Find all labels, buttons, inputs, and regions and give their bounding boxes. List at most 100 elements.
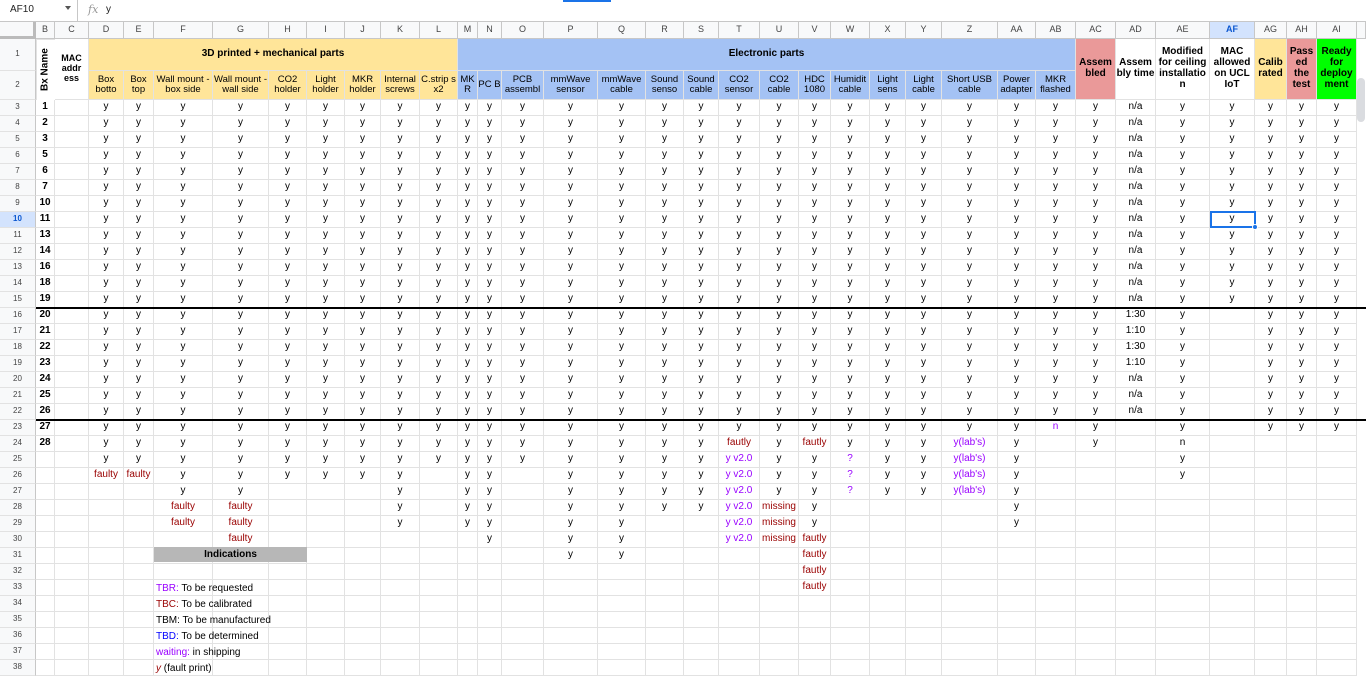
- part-cell-x[interactable]: y: [870, 484, 906, 500]
- passed-cell[interactable]: y: [1287, 324, 1317, 340]
- part-cell-t[interactable]: y: [719, 212, 760, 228]
- assembled-cell[interactable]: [1076, 500, 1116, 516]
- part-cell-t[interactable]: y: [719, 116, 760, 132]
- part-cell-s[interactable]: y: [684, 324, 719, 340]
- part-cell-k[interactable]: y: [381, 372, 420, 388]
- part-cell-y[interactable]: y: [906, 436, 942, 452]
- formula-input[interactable]: y: [106, 4, 111, 15]
- passed-cell[interactable]: y: [1287, 260, 1317, 276]
- assembled-cell[interactable]: y: [1076, 180, 1116, 196]
- part-cell-o[interactable]: y: [502, 308, 544, 324]
- part-cell-f[interactable]: y: [154, 164, 213, 180]
- empty-cell[interactable]: [719, 644, 760, 660]
- row-header-34[interactable]: 34: [0, 596, 36, 612]
- part-cell-p[interactable]: [544, 580, 598, 596]
- part-cell-n[interactable]: y: [478, 388, 502, 404]
- part-cell-v[interactable]: y: [799, 228, 831, 244]
- time-cell[interactable]: [1116, 452, 1156, 468]
- part-cell-t[interactable]: y: [719, 308, 760, 324]
- bx-name-cell[interactable]: 18: [36, 276, 55, 292]
- part-cell-r[interactable]: y: [646, 164, 684, 180]
- column-header-w[interactable]: W: [831, 22, 870, 39]
- part-cell-x[interactable]: [870, 516, 906, 532]
- part-cell-e[interactable]: y: [124, 132, 154, 148]
- time-cell[interactable]: [1116, 548, 1156, 564]
- part-cell-w[interactable]: y: [831, 212, 870, 228]
- part-cell-l[interactable]: [420, 548, 458, 564]
- part-cell-j[interactable]: y: [345, 308, 381, 324]
- column-header-b[interactable]: B: [36, 22, 55, 39]
- part-cell-u[interactable]: missing: [760, 500, 799, 516]
- part-cell-n[interactable]: y: [478, 164, 502, 180]
- calibrated-cell[interactable]: y: [1255, 164, 1287, 180]
- empty-cell[interactable]: [1210, 612, 1255, 628]
- row-header-21[interactable]: 21: [0, 388, 36, 404]
- mac-cell[interactable]: [1210, 356, 1255, 372]
- empty-cell[interactable]: [1156, 596, 1210, 612]
- modified-cell[interactable]: y: [1156, 324, 1210, 340]
- part-cell-l[interactable]: y: [420, 100, 458, 116]
- part-cell-u[interactable]: y: [760, 292, 799, 308]
- part-cell-w[interactable]: y: [831, 260, 870, 276]
- assembled-cell[interactable]: [1076, 484, 1116, 500]
- part-cell-ab[interactable]: y: [1036, 404, 1076, 420]
- part-cell-k[interactable]: y: [381, 356, 420, 372]
- empty-cell[interactable]: [502, 628, 544, 644]
- part-cell-y[interactable]: [906, 516, 942, 532]
- empty-cell[interactable]: [1116, 660, 1156, 676]
- part-cell-m[interactable]: y: [458, 164, 478, 180]
- part-cell-r[interactable]: y: [646, 212, 684, 228]
- part-cell-p[interactable]: y: [544, 548, 598, 564]
- calibrated-cell[interactable]: [1255, 500, 1287, 516]
- part-cell-l[interactable]: [420, 468, 458, 484]
- part-cell-v[interactable]: fautly: [799, 564, 831, 580]
- part-cell-u[interactable]: y: [760, 244, 799, 260]
- empty-cell[interactable]: [307, 644, 345, 660]
- part-cell-z[interactable]: y: [942, 180, 998, 196]
- row-header-16[interactable]: 16: [0, 308, 36, 324]
- ready-cell[interactable]: y: [1317, 180, 1357, 196]
- part-cell-h[interactable]: y: [269, 116, 307, 132]
- part-cell-z[interactable]: [942, 516, 998, 532]
- part-cell-w[interactable]: ?: [831, 484, 870, 500]
- part-cell-x[interactable]: y: [870, 260, 906, 276]
- part-cell-l[interactable]: y: [420, 132, 458, 148]
- empty-cell[interactable]: [1255, 628, 1287, 644]
- empty-cell[interactable]: [942, 644, 998, 660]
- part-cell-g[interactable]: y: [213, 388, 269, 404]
- bx-name-cell[interactable]: 23: [36, 356, 55, 372]
- part-cell-i[interactable]: y: [307, 340, 345, 356]
- part-cell-n[interactable]: y: [478, 308, 502, 324]
- modified-cell[interactable]: y: [1156, 420, 1210, 436]
- ready-cell[interactable]: y: [1317, 260, 1357, 276]
- part-cell-z[interactable]: y: [942, 292, 998, 308]
- row-header-28[interactable]: 28: [0, 500, 36, 516]
- empty-cell[interactable]: [870, 660, 906, 676]
- part-cell-o[interactable]: y: [502, 212, 544, 228]
- part-cell-w[interactable]: [831, 580, 870, 596]
- ready-cell[interactable]: y: [1317, 164, 1357, 180]
- part-cell-q[interactable]: y: [598, 516, 646, 532]
- part-cell-v[interactable]: y: [799, 452, 831, 468]
- part-cell-d[interactable]: y: [89, 292, 124, 308]
- empty-cell[interactable]: [89, 660, 124, 676]
- ready-cell[interactable]: [1317, 564, 1357, 580]
- calibrated-cell[interactable]: y: [1255, 388, 1287, 404]
- part-cell-o[interactable]: y: [502, 404, 544, 420]
- part-cell-z[interactable]: y: [942, 228, 998, 244]
- part-cell-y[interactable]: [906, 564, 942, 580]
- part-cell-d[interactable]: y: [89, 324, 124, 340]
- part-cell-h[interactable]: [269, 516, 307, 532]
- modified-cell[interactable]: y: [1156, 452, 1210, 468]
- empty-cell[interactable]: [646, 628, 684, 644]
- part-cell-w[interactable]: ?: [831, 452, 870, 468]
- part-cell-j[interactable]: y: [345, 420, 381, 436]
- part-cell-f[interactable]: y: [154, 484, 213, 500]
- part-cell-d[interactable]: [89, 580, 124, 596]
- mac-cell[interactable]: [1210, 372, 1255, 388]
- part-cell-j[interactable]: y: [345, 116, 381, 132]
- empty-cell[interactable]: [831, 644, 870, 660]
- mac-address-cell[interactable]: [55, 548, 89, 564]
- part-cell-e[interactable]: y: [124, 212, 154, 228]
- empty-cell[interactable]: [458, 628, 478, 644]
